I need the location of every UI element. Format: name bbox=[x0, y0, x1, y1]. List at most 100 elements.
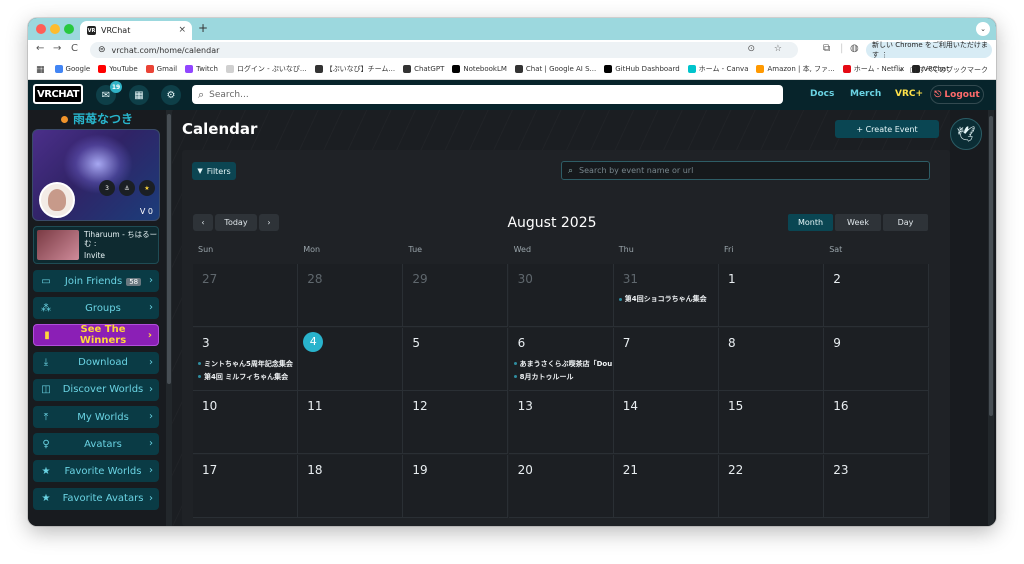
username[interactable]: 雨苺なつき bbox=[28, 110, 166, 127]
day-cell[interactable]: 10 bbox=[193, 391, 298, 455]
chrome-update-button[interactable]: 新しい Chrome をご利用いただけます ⋮ bbox=[866, 41, 992, 59]
back-icon[interactable]: ← bbox=[36, 43, 44, 54]
tab-close-icon[interactable]: × bbox=[178, 25, 186, 35]
day-cell[interactable]: 12 bbox=[403, 391, 509, 455]
more-bookmarks-icon[interactable]: » bbox=[899, 66, 903, 74]
day-cell[interactable]: 13 bbox=[508, 391, 614, 455]
bookmark-item[interactable]: Google bbox=[54, 65, 90, 73]
view-day-button[interactable]: Day bbox=[883, 214, 928, 231]
sidebar-item-groups[interactable]: ⁂ Groups › bbox=[33, 297, 159, 320]
all-bookmarks-button[interactable]: » □ すべてのブックマーク bbox=[899, 65, 988, 75]
bookmark-item[interactable]: ホーム - Netflix bbox=[842, 64, 904, 74]
bookmark-item[interactable]: ログイン - ぷいなぴ... bbox=[225, 64, 307, 74]
page-scroll-thumb[interactable] bbox=[989, 116, 993, 416]
day-cell-today[interactable]: 4 bbox=[298, 327, 404, 391]
vrchat-logo[interactable]: VRCHAT bbox=[33, 84, 83, 104]
sidebar-item-favorite-avatars[interactable]: ★ Favorite Avatars › bbox=[33, 487, 159, 510]
day-cell[interactable]: 19 bbox=[403, 454, 509, 518]
prev-month-button[interactable]: ‹ bbox=[193, 214, 213, 231]
day-cell[interactable]: 7 bbox=[613, 327, 719, 391]
day-cell[interactable]: 30 bbox=[508, 264, 614, 327]
day-cell[interactable]: 14 bbox=[613, 391, 719, 455]
invite-action[interactable]: Invite bbox=[84, 251, 105, 260]
docs-link[interactable]: Docs bbox=[810, 89, 834, 99]
day-cell[interactable]: 27 bbox=[193, 264, 298, 327]
bookmark-item[interactable]: Amazon | 本, ファ... bbox=[756, 64, 835, 74]
filters-button[interactable]: ▼ Filters bbox=[192, 162, 236, 180]
minimize-window-icon[interactable] bbox=[50, 24, 60, 34]
view-week-button[interactable]: Week bbox=[835, 214, 881, 231]
bookmark-item[interactable]: 【ぷいなぴ】チーム... bbox=[314, 64, 395, 74]
avatar-card[interactable]: 3 ⚓ ★ V 0 bbox=[32, 129, 160, 221]
sidebar-scroll-thumb[interactable] bbox=[167, 114, 171, 384]
bookmark-item[interactable]: Chat | Google AI S... bbox=[514, 65, 596, 73]
bookmark-item[interactable]: Twitch bbox=[185, 65, 218, 73]
day-cell[interactable]: 9 bbox=[824, 327, 930, 391]
create-event-button[interactable]: + Create Event bbox=[835, 120, 939, 138]
extensions-icon[interactable]: ⧉ bbox=[823, 43, 830, 54]
day-cell[interactable]: 11 bbox=[298, 391, 404, 455]
merch-link[interactable]: Merch bbox=[850, 89, 881, 99]
day-cell[interactable]: 22 bbox=[719, 454, 824, 518]
day-cell[interactable]: 2 bbox=[824, 264, 930, 327]
day-cell[interactable]: 28 bbox=[298, 264, 404, 327]
sidebar-item-join-friends[interactable]: ▭ Join Friends 58 › bbox=[33, 270, 159, 292]
day-cell[interactable]: 5 bbox=[403, 327, 509, 391]
settings-icon[interactable]: ⚙ bbox=[161, 85, 181, 105]
bookmark-star-icon[interactable]: ⊙ ☆ bbox=[748, 44, 790, 54]
site-info-icon[interactable]: ⊜ bbox=[98, 45, 106, 55]
event-search-input[interactable]: ⌕ Search by event name or url bbox=[561, 161, 930, 180]
page-scrollbar[interactable] bbox=[988, 110, 994, 526]
bookmark-item[interactable]: Gmail bbox=[145, 65, 177, 73]
bookmark-item[interactable]: ChatGPT bbox=[403, 65, 444, 73]
new-tab-button[interactable]: + bbox=[198, 21, 208, 35]
event-item[interactable]: あまうさくらぶ喫茶店「Dou bbox=[514, 359, 612, 369]
calendar-icon[interactable]: ▦ bbox=[129, 85, 149, 105]
day-cell[interactable]: 23 bbox=[824, 454, 930, 518]
sidebar-item-my-worlds[interactable]: ⤒ My Worlds › bbox=[33, 406, 159, 428]
today-button[interactable]: Today bbox=[215, 214, 257, 231]
event-item[interactable]: 第4回ショコラちゃん集会 bbox=[619, 294, 717, 304]
bookmark-item[interactable]: YouTube bbox=[98, 65, 138, 73]
reload-icon[interactable]: C bbox=[71, 43, 78, 54]
site-search-input[interactable]: ⌕ Search... bbox=[192, 85, 783, 104]
bookmark-item[interactable]: ホーム - Canva bbox=[687, 64, 748, 74]
event-item[interactable]: 8月カトゥルール bbox=[514, 372, 612, 382]
day-cell[interactable]: 18 bbox=[298, 454, 404, 518]
close-window-icon[interactable] bbox=[36, 24, 46, 34]
browser-tab[interactable]: VR VRChat × bbox=[80, 21, 192, 40]
sidebar-item-favorite-worlds[interactable]: ★ Favorite Worlds › bbox=[33, 460, 159, 483]
view-month-button[interactable]: Month bbox=[788, 214, 833, 231]
bird-icon[interactable]: 🕊 bbox=[950, 118, 982, 150]
sidebar-item-avatars[interactable]: ♀ Avatars › bbox=[33, 433, 159, 456]
day-cell[interactable]: 8 bbox=[719, 327, 824, 391]
maximize-window-icon[interactable] bbox=[64, 24, 74, 34]
avatar[interactable] bbox=[39, 182, 75, 218]
day-cell[interactable]: 31 第4回ショコラちゃん集会 bbox=[613, 264, 719, 327]
sidebar-item-download[interactable]: ⤓ Download › bbox=[33, 351, 159, 374]
sidebar-item-discover-worlds[interactable]: ◫ Discover Worlds › bbox=[33, 378, 159, 401]
next-month-button[interactable]: › bbox=[259, 214, 279, 231]
event-item[interactable]: 第4回 ミルフィちゃん集会 bbox=[198, 372, 296, 382]
vrc-plus-link[interactable]: VRC+ bbox=[895, 89, 923, 99]
sidebar-item-see-the-winners[interactable]: ▮ See The Winners › bbox=[33, 324, 159, 347]
apps-grid-icon[interactable]: ▦ bbox=[36, 65, 45, 75]
day-cell[interactable]: 17 bbox=[193, 454, 298, 518]
day-cell[interactable]: 21 bbox=[613, 454, 719, 518]
address-bar[interactable]: ⊜ vrchat.com/home/calendar ⊙ ☆ bbox=[90, 42, 798, 58]
day-cell[interactable]: 16 bbox=[824, 391, 930, 455]
tab-search-icon[interactable]: ⌄ bbox=[976, 22, 990, 36]
profile-icon[interactable]: ◍ bbox=[850, 43, 859, 54]
day-cell[interactable]: 3 ミントちゃん5周年記念集会 第4回 ミルフィちゃん集会 bbox=[193, 327, 298, 391]
day-cell[interactable]: 29 bbox=[403, 264, 509, 327]
event-item[interactable]: ミントちゃん5周年記念集会 bbox=[198, 359, 296, 369]
invite-card[interactable]: Tiharuum - ちはるーむ : Invite bbox=[33, 226, 159, 264]
bookmark-item[interactable]: NotebookLM bbox=[452, 65, 507, 73]
day-cell[interactable]: 1 bbox=[719, 264, 824, 327]
bookmark-item[interactable]: GitHub Dashboard bbox=[604, 65, 680, 73]
logout-button[interactable]: ⎋ Logout bbox=[930, 85, 984, 104]
day-cell[interactable]: 20 bbox=[508, 454, 614, 518]
day-cell[interactable]: 15 bbox=[719, 391, 824, 455]
forward-icon[interactable]: → bbox=[53, 43, 61, 54]
day-cell[interactable]: 6 あまうさくらぶ喫茶店「Dou 8月カトゥルール bbox=[508, 327, 614, 391]
